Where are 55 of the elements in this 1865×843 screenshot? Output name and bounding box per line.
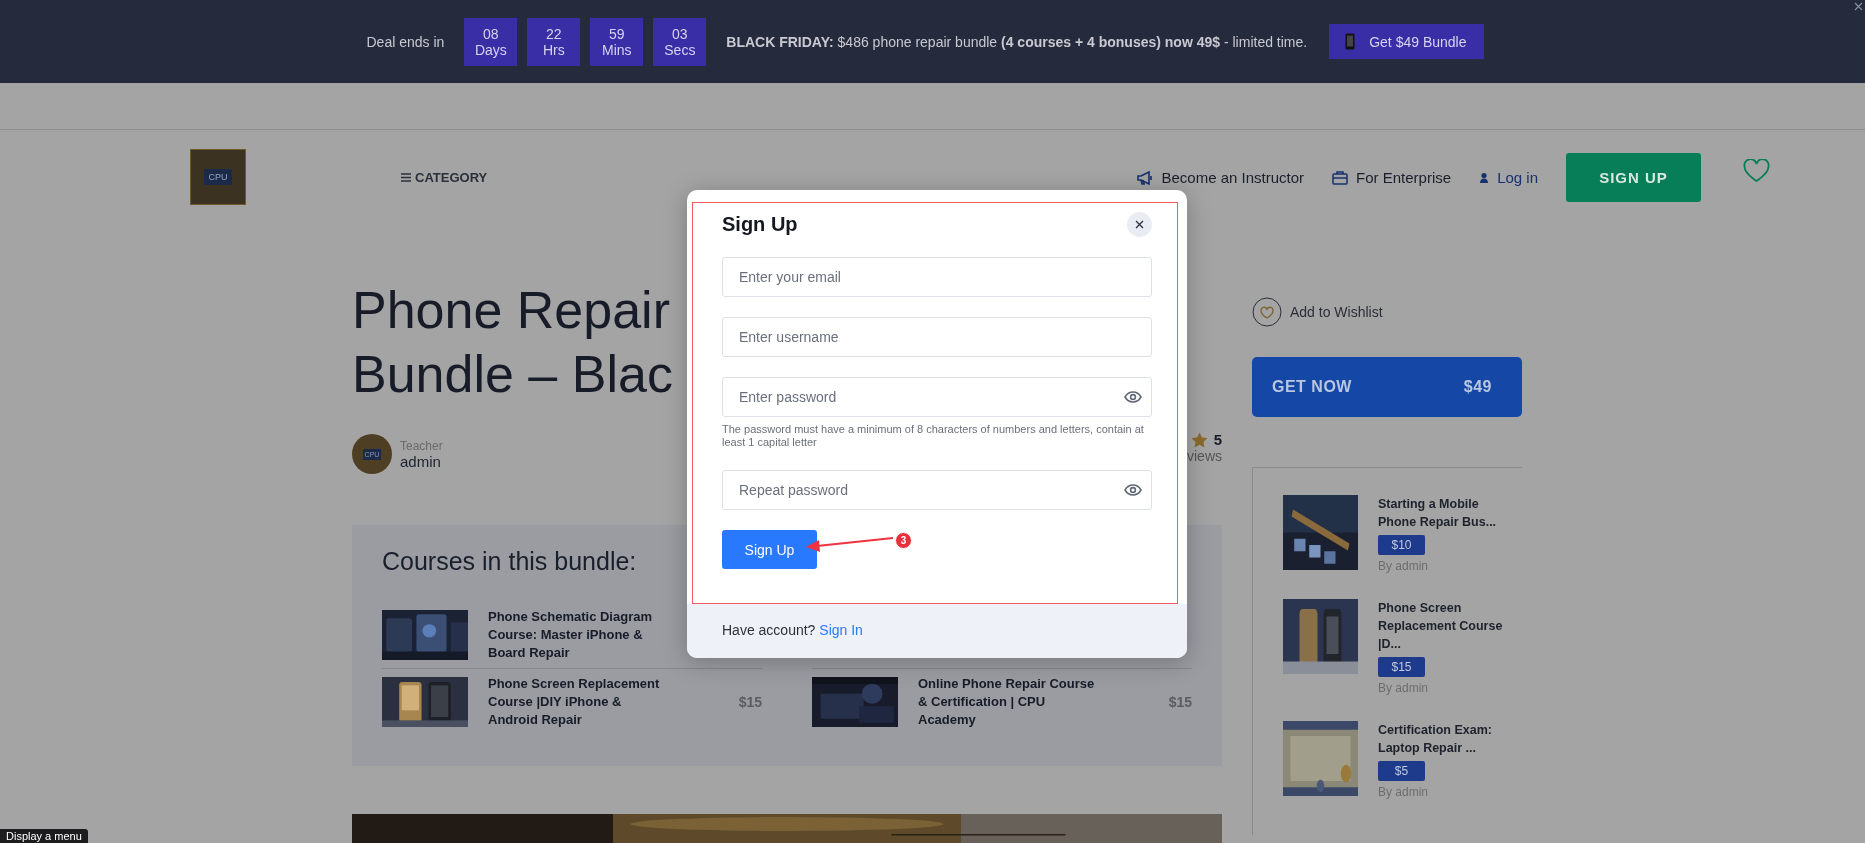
signup-button[interactable]: SIGN UP <box>1566 153 1701 202</box>
dialog-title: Sign Up <box>722 213 798 236</box>
header-link[interactable]: For Enterprise <box>1332 169 1452 186</box>
phone-icon <box>1345 33 1356 50</box>
countdown-box: 59 Mins <box>590 17 644 66</box>
get-now-button[interactable]: GET NOW $49 <box>1252 357 1522 417</box>
close-icon <box>1135 220 1144 229</box>
password-hint: The password must have a minimum of 8 characters of numbers and letters, contain at least 1 capital letter <box>722 423 1145 449</box>
star-icon <box>1190 431 1208 448</box>
course-title[interactable]: Starting a Mobile Phone Repair Bus... <box>1378 495 1518 531</box>
close-icon[interactable] <box>1854 2 1863 11</box>
reviews-label: views <box>1187 448 1222 464</box>
wishlist-link[interactable]: Add to Wishlist <box>1290 304 1383 320</box>
page-title: Phone Repair <box>352 280 670 341</box>
bundle-button[interactable]: Get $49 Bundle <box>1329 24 1485 59</box>
countdown-box: 22 Hrs <box>527 17 581 66</box>
header-link[interactable]: Log in <box>1479 169 1538 186</box>
course-price: $15 <box>1168 694 1192 710</box>
close-button[interactable] <box>1127 212 1152 237</box>
price-tag: $15 <box>1378 657 1425 677</box>
input-field[interactable]: Repeat password <box>722 470 1152 510</box>
teacher-name[interactable]: admin <box>400 452 443 470</box>
course-price: $15 <box>738 694 762 710</box>
rating-value: 5 <box>1213 431 1222 448</box>
signup-button[interactable]: Sign Up <box>722 530 817 569</box>
section-heading: Courses in this bundle: <box>382 547 637 576</box>
briefcase-icon <box>1332 169 1349 186</box>
category-menu[interactable]: CATEGORY <box>415 170 488 185</box>
eye-icon[interactable] <box>1124 484 1142 496</box>
logo[interactable]: CPU <box>190 148 246 205</box>
header-link[interactable]: Become an Instructor <box>1135 169 1305 186</box>
price-tag: $10 <box>1378 535 1425 555</box>
course-title[interactable]: Phone Screen Replacement Course |DIY iPhone & Android Repair <box>488 675 668 729</box>
menu-icon[interactable] <box>401 173 411 182</box>
course-title[interactable]: Certification Exam: Laptop Repair ... <box>1378 721 1518 757</box>
megaphone-icon <box>1135 169 1154 186</box>
price-tag: $5 <box>1378 761 1425 781</box>
course-title[interactable]: Phone Schematic Diagram Course: Master iPhone & Board Repair <box>488 608 668 662</box>
user-icon <box>1479 171 1490 184</box>
sign-in-link[interactable]: Sign In <box>819 622 863 638</box>
tooltip-text: Display a menu <box>0 829 88 843</box>
countdown-box: 08 Days <box>464 17 518 66</box>
course-title[interactable]: Phone Screen Replacement Course |D... <box>1378 599 1518 653</box>
footer-text: Have account? Sign In <box>722 622 863 638</box>
input-field[interactable]: Enter your email <box>722 257 1152 297</box>
input-field[interactable]: Enter password <box>722 377 1152 417</box>
promo-text: BLACK FRIDAY: $486 phone repair bundle (4 courses + 4 bonuses) now 49$ - limited time. <box>726 33 1308 50</box>
countdown-label: Deal ends in <box>366 33 445 50</box>
eye-icon[interactable] <box>1124 391 1142 403</box>
countdown-box: 03 Secs <box>653 17 707 66</box>
input-field[interactable]: Enter username <box>722 317 1152 357</box>
course-title[interactable]: Online Phone Repair Course & Certification | CPU Academy <box>918 675 1098 729</box>
teacher-label: Teacher <box>400 438 443 453</box>
step-badge: 3 <box>895 532 912 549</box>
page-title: Bundle – Blac <box>352 344 673 405</box>
